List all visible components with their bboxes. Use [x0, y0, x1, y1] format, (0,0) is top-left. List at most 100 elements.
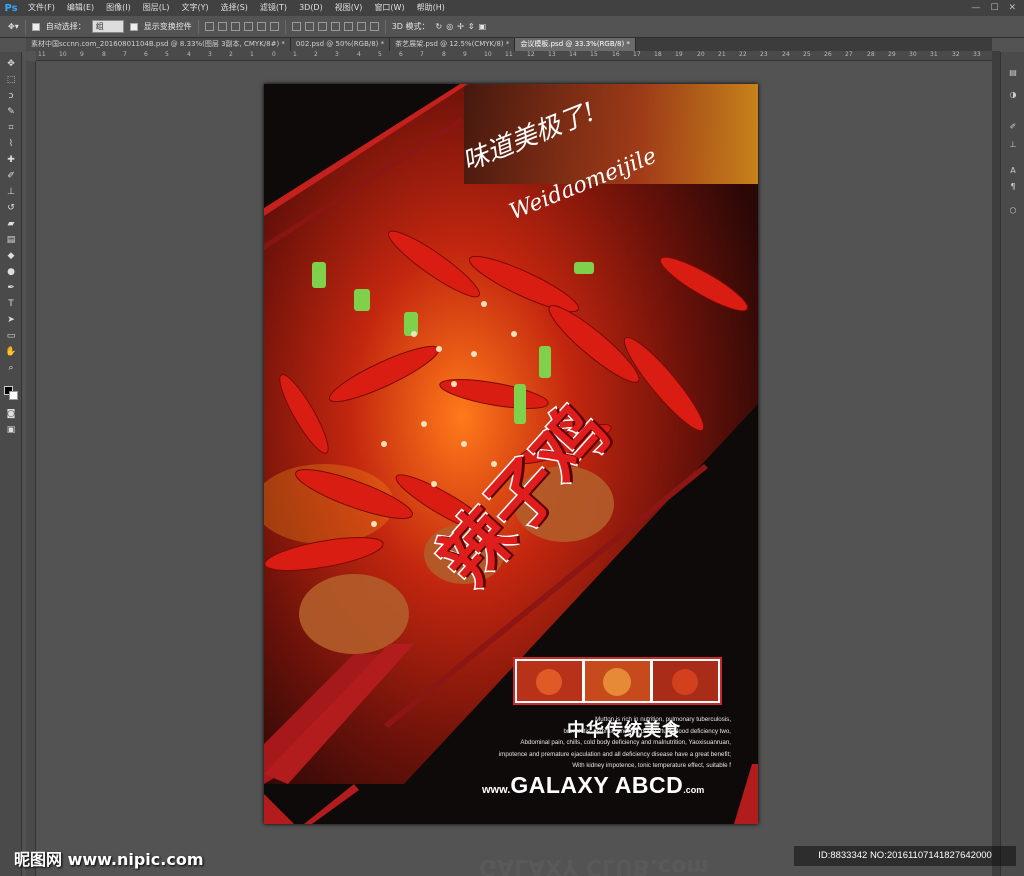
menu-image[interactable]: 图像(I) [100, 0, 137, 16]
3d-pan-icon[interactable]: ✢ [457, 22, 464, 31]
quick-mask-icon[interactable]: ◙ [4, 408, 18, 420]
3d-slide-icon[interactable]: ⇕ [468, 22, 475, 31]
ruler-tick-label: 28 [867, 51, 875, 58]
ruler-tick-label: 7 [123, 51, 127, 58]
ruler-tick-label: 13 [548, 51, 556, 58]
maximize-button[interactable]: ☐ [990, 3, 998, 13]
menu-layer[interactable]: 图层(L) [137, 0, 176, 16]
description-line: bronchitis, asthma, anemia, postpartum b… [563, 727, 732, 735]
pen-tool-icon[interactable]: ✒ [4, 282, 18, 294]
align-right-icon[interactable] [269, 22, 279, 31]
menu-3d[interactable]: 3D(D) [293, 0, 329, 16]
distribute-left-icon[interactable] [330, 22, 340, 31]
eraser-tool-icon[interactable]: ▰ [4, 218, 18, 230]
menu-file[interactable]: 文件(F) [22, 0, 61, 16]
description-line: Mutton is rich in nutrition, pulmonary t… [595, 716, 731, 723]
description-line: With kidney impotence, tonic temperature… [572, 762, 731, 769]
menu-help[interactable]: 帮助(H) [411, 0, 451, 16]
character-panel-icon[interactable]: A [1007, 166, 1019, 176]
ruler-tick-label: 6 [144, 51, 148, 58]
menu-select[interactable]: 选择(S) [215, 0, 254, 16]
close-button[interactable]: ✕ [1008, 3, 1016, 13]
brush-panel-icon[interactable]: ✐ [1007, 122, 1019, 132]
blur-tool-icon[interactable]: ◆ [4, 250, 18, 262]
move-tool-icon[interactable]: ✥▾ [8, 22, 19, 31]
ruler-tick-label: 27 [845, 51, 853, 58]
ruler-tick-label: 24 [782, 51, 790, 58]
watermark-nipic: 昵图网 www.nipic.com [14, 850, 204, 869]
minimize-button[interactable]: — [971, 3, 980, 13]
tab-document-2[interactable]: 002.psd @ 50%(RGB/8) * [290, 38, 391, 51]
hand-tool-icon[interactable]: ✋ [4, 346, 18, 358]
eyedropper-tool-icon[interactable]: ⌇ [4, 138, 18, 150]
3d-panel-icon[interactable]: ⬡ [1007, 206, 1019, 216]
distribute-vcenter-icon[interactable] [304, 22, 314, 31]
ruler-tick-label: 29 [888, 51, 896, 58]
auto-select-dropdown[interactable]: 组 [91, 20, 124, 33]
clone-stamp-tool-icon[interactable]: ⊥ [4, 186, 18, 198]
menu-window[interactable]: 窗口(W) [368, 0, 410, 16]
ruler-tick-label: 5 [165, 51, 169, 58]
menu-edit[interactable]: 编辑(E) [61, 0, 100, 16]
lasso-tool-icon[interactable]: ↄ [4, 90, 18, 102]
ruler-tick-label: 26 [824, 51, 832, 58]
shape-tool-icon[interactable]: ▭ [4, 330, 18, 342]
document-canvas[interactable]: 味道美极了! Weidaomeijile 辣子鸡 中华传统美食 Mutton i… [264, 84, 758, 824]
3d-rotate-icon[interactable]: ↻ [436, 22, 443, 31]
tab-document-1[interactable]: 素材中国sccnn.com_20160801104B.psd @ 8.33%(图… [26, 38, 291, 51]
auto-align-icon[interactable] [369, 22, 379, 31]
tab-document-3[interactable]: 茶艺展架.psd @ 12.5%(CMYK/8) * [390, 38, 516, 51]
options-bar: ✥▾ 自动选择： 组 显示变换控件 3D 模式： ↻ ◎ ✢ ⇕ ▣ [0, 16, 1024, 38]
clone-source-panel-icon[interactable]: ⊥ [1007, 140, 1019, 150]
vertical-scrollbar[interactable] [992, 51, 1000, 876]
watermark-id: ID:8833342 NO:20161107141827642000 [794, 846, 1016, 866]
ruler-tick-label: 14 [569, 51, 577, 58]
menu-view[interactable]: 视图(V) [329, 0, 369, 16]
align-left-icon[interactable] [243, 22, 253, 31]
3d-scale-icon[interactable]: ▣ [479, 22, 487, 31]
zoom-tool-icon[interactable]: ⌕ [4, 362, 18, 374]
type-tool-icon[interactable]: T [4, 298, 18, 310]
align-top-icon[interactable] [204, 22, 214, 31]
screen-mode-icon[interactable]: ▣ [4, 424, 18, 436]
3d-roll-icon[interactable]: ◎ [446, 22, 453, 31]
distribute-hcenter-icon[interactable] [343, 22, 353, 31]
crop-tool-icon[interactable]: ⌗ [4, 122, 18, 134]
move-tool-icon[interactable]: ✥ [4, 58, 18, 70]
tab-document-4[interactable]: 会议模板.psd @ 33.3%(RGB/8) * [515, 38, 636, 51]
distribute-bottom-icon[interactable] [317, 22, 327, 31]
paragraph-panel-icon[interactable]: ¶ [1007, 182, 1019, 192]
distribute-top-icon[interactable] [291, 22, 301, 31]
history-brush-tool-icon[interactable]: ↺ [4, 202, 18, 214]
dodge-tool-icon[interactable]: ● [4, 266, 18, 278]
brush-tool-icon[interactable]: ✐ [4, 170, 18, 182]
history-panel-icon[interactable]: ▤ [1007, 68, 1019, 78]
healing-brush-tool-icon[interactable]: ✚ [4, 154, 18, 166]
ruler-tick-label: 12 [527, 51, 535, 58]
align-hcenter-icon[interactable] [256, 22, 266, 31]
separator [384, 19, 386, 34]
distribute-right-icon[interactable] [356, 22, 366, 31]
ruler-tick-label: 4 [357, 51, 361, 58]
adjustments-panel-icon[interactable]: ◑ [1007, 90, 1019, 100]
gradient-tool-icon[interactable]: ▤ [4, 234, 18, 246]
site-prefix: www. [482, 784, 511, 796]
ruler-tick-label: 3 [335, 51, 339, 58]
poster-description: Mutton is rich in nutrition, pulmonary t… [446, 714, 731, 772]
align-bottom-icon[interactable] [230, 22, 240, 31]
ruler-tick-label: 4 [187, 51, 191, 58]
description-line: Abdominal pain, chills, cold body defici… [520, 739, 731, 746]
quick-select-tool-icon[interactable]: ✎ [4, 106, 18, 118]
menu-type[interactable]: 文字(Y) [175, 0, 214, 16]
reflection-text: GALAXY CLUB.com [479, 854, 710, 876]
auto-select-checkbox[interactable] [31, 22, 40, 31]
menu-filter[interactable]: 滤镜(T) [254, 0, 293, 16]
align-buttons [204, 22, 279, 31]
ruler-tick-label: 20 [697, 51, 705, 58]
path-select-tool-icon[interactable]: ➤ [4, 314, 18, 326]
panel-dock: ▤ ◑ ✐ ⊥ A ¶ ⬡ [1000, 52, 1024, 876]
align-vcenter-icon[interactable] [217, 22, 227, 31]
color-swatches-icon[interactable] [4, 386, 18, 400]
marquee-tool-icon[interactable]: ⬚ [4, 74, 18, 86]
show-transform-checkbox[interactable] [129, 22, 138, 31]
